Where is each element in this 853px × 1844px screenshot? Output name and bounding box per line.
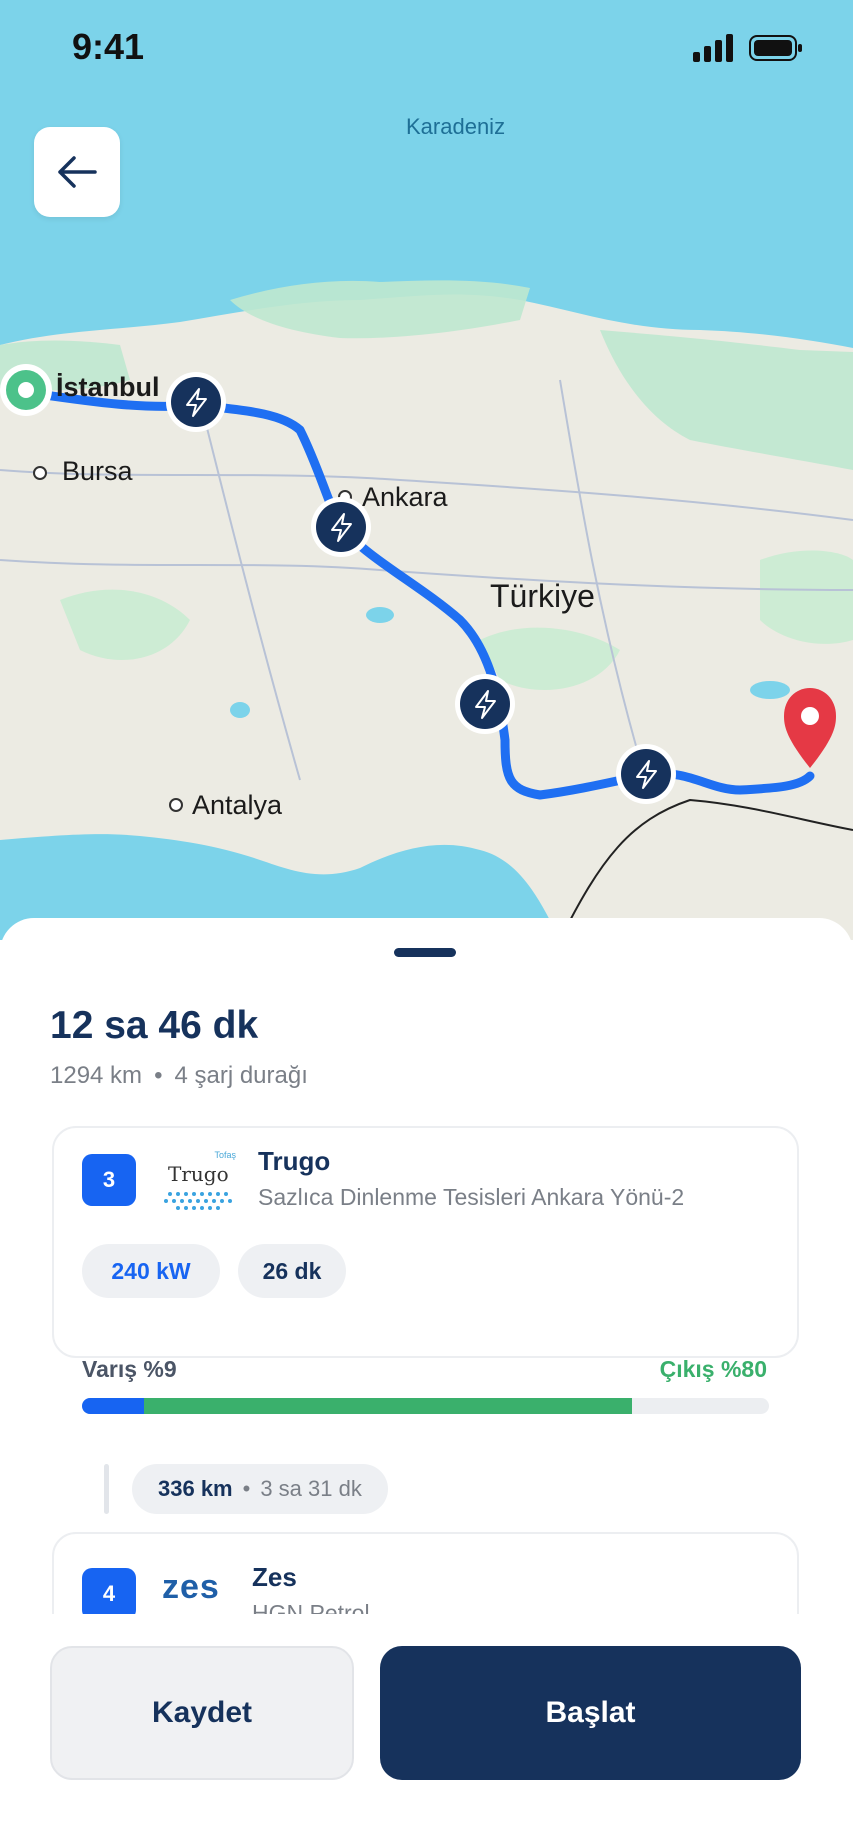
city-dot-antalya [169, 798, 183, 812]
sheet-drag-handle[interactable] [394, 948, 456, 957]
signal-bars-icon [693, 34, 733, 62]
destination-pin-icon[interactable] [784, 688, 836, 768]
trip-duration: 12 sa 46 dk [50, 1004, 259, 1047]
separator-dot: • [154, 1062, 163, 1089]
separator-dot: • [242, 1476, 251, 1501]
back-button[interactable] [34, 127, 120, 217]
arrow-left-icon [58, 156, 97, 188]
map-markers [0, 364, 836, 812]
charger-marker[interactable] [166, 372, 226, 432]
route-map[interactable]: Karadeniz İstanbul Bursa Ankara Türkiye … [0, 0, 853, 941]
station-address: Sazlıca Dinlenme Tesisleri Ankara Yönü-2 [258, 1184, 685, 1210]
trip-summary: 1294 km • 4 şarj durağı [50, 1062, 308, 1090]
departure-soc-label: Çıkış %80 [659, 1356, 767, 1382]
soc-progress-bar [82, 1398, 769, 1414]
route-sheet: 12 sa 46 dk 1294 km • 4 şarj durağı 3 Tofa… [0, 918, 853, 1844]
stop-number-badge: 3 [82, 1154, 136, 1206]
city-dot-bursa [33, 466, 47, 480]
charger-marker[interactable] [455, 674, 515, 734]
leg-info-chip: 336 km • 3 sa 31 dk [132, 1464, 388, 1514]
status-time: 9:41 [72, 26, 145, 67]
trugo-logo-dots [164, 1192, 232, 1210]
battery-icon [749, 35, 802, 61]
arrival-soc-label: Varış %9 [82, 1356, 177, 1382]
status-icons [693, 34, 803, 62]
leg-duration: 3 sa 31 dk [260, 1476, 362, 1501]
leg-connector [104, 1464, 109, 1514]
save-button[interactable]: Kaydet [50, 1646, 354, 1780]
charger-marker[interactable] [616, 744, 676, 804]
leg-distance: 336 km [158, 1476, 233, 1501]
trugo-logo-text: Trugo [168, 1162, 229, 1186]
trip-stops: 4 şarj durağı [174, 1062, 308, 1089]
trugo-logo: Tofaş Trugo [162, 1148, 238, 1216]
zes-logo: zes [162, 1568, 220, 1606]
station-name: Trugo [258, 1146, 331, 1176]
trip-distance: 1294 km [50, 1062, 143, 1089]
charge-time-chip: 26 dk [238, 1244, 346, 1298]
station-name: Zes [252, 1562, 297, 1592]
soc-charge-fill [143, 1398, 632, 1414]
start-button[interactable]: Başlat [380, 1646, 801, 1780]
charging-stop-card[interactable]: 3 Tofaş Trugo Trugo Sazlıca Dinlenme Tes… [52, 1126, 799, 1414]
soc-arrival-fill [82, 1398, 144, 1414]
charger-marker[interactable] [311, 497, 371, 557]
stop-number-badge: 4 [82, 1568, 136, 1620]
trugo-logo-sub: Tofaş [214, 1150, 236, 1160]
charger-power-chip: 240 kW [82, 1244, 220, 1298]
origin-marker[interactable] [0, 364, 52, 416]
